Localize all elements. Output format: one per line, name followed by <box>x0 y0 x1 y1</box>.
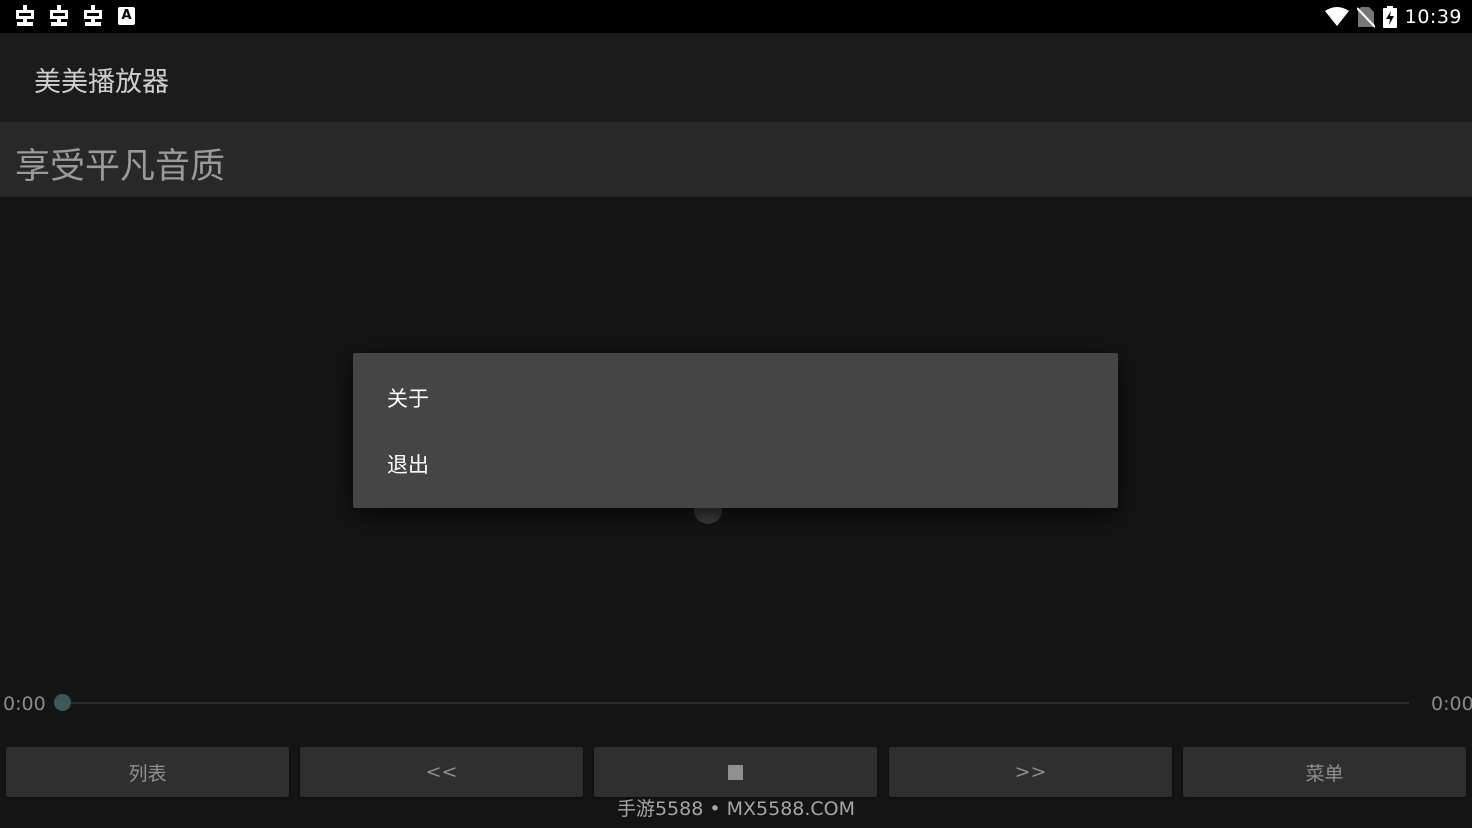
status-bar: A 10:39 <box>0 0 1472 33</box>
bug-icon <box>84 5 102 26</box>
menu-item-exit[interactable]: 退出 <box>353 431 1118 497</box>
wifi-icon <box>1324 6 1349 26</box>
menu-item-label: 关于 <box>387 387 429 411</box>
no-sim-icon <box>1356 6 1375 28</box>
menu-item-about[interactable]: 关于 <box>353 365 1118 431</box>
options-menu-dialog: 关于 退出 <box>353 353 1118 508</box>
bug-icon <box>16 5 34 26</box>
notification-icons: A <box>12 3 135 29</box>
menu-item-label: 退出 <box>387 453 429 477</box>
system-icons: 10:39 <box>1324 0 1462 33</box>
screen: A 10:39 美美播放器 享受平凡音质 0:00 0:00 列表 << >> … <box>0 0 1472 828</box>
battery-charging-icon <box>1382 5 1397 28</box>
a-keyboard-icon: A <box>118 7 135 25</box>
bug-icon <box>50 5 68 26</box>
clock: 10:39 <box>1404 5 1462 28</box>
